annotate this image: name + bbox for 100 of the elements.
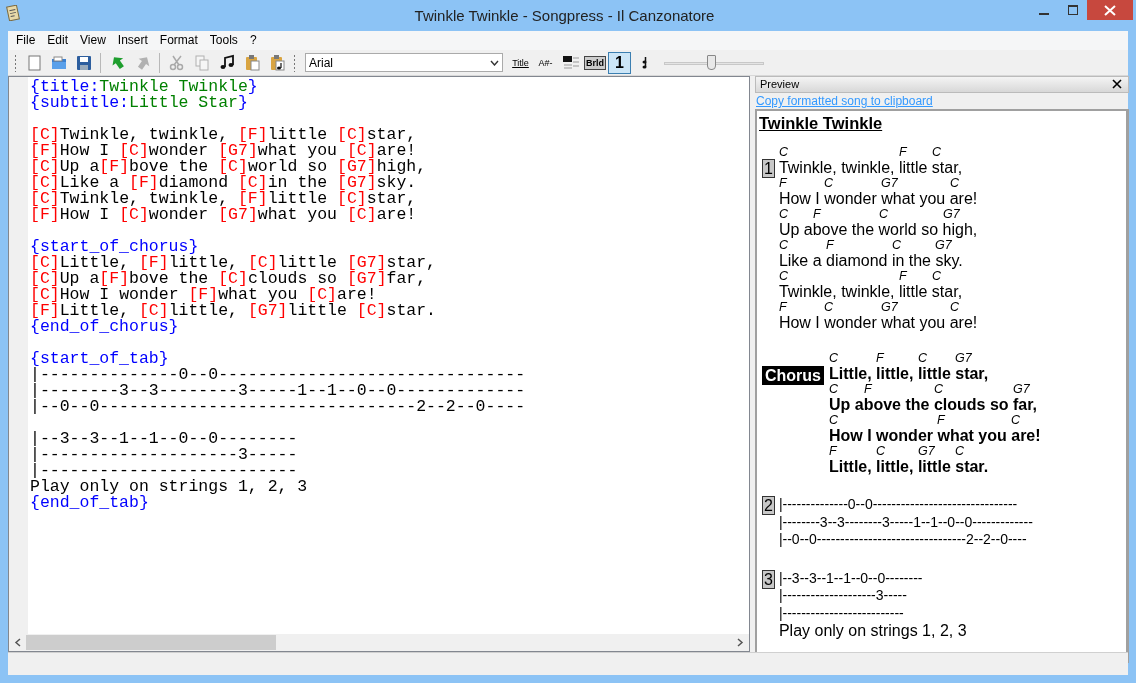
note-icon (642, 56, 647, 69)
lyric-line: Little, little, little star, (829, 365, 990, 382)
menu-item[interactable]: ? (243, 31, 263, 50)
chord-label: F (778, 300, 787, 314)
chorus-label: Chorus (762, 366, 824, 385)
section-number: 3 (762, 569, 775, 589)
zoom-slider[interactable] (664, 52, 764, 73)
lyric-line: Twinkle, twinkle, little star, (778, 159, 964, 176)
chord-label: F (829, 444, 837, 458)
code-line: {title:Twinkle Twinkle} (30, 79, 259, 95)
chord-label: C (823, 176, 833, 190)
title-style-button[interactable]: Title (509, 51, 532, 74)
chord-label: C (1011, 413, 1021, 427)
code-line: |--3--3--1--1--0--0-------- (30, 431, 299, 447)
app-icon (6, 4, 20, 21)
menu-item[interactable]: View (74, 31, 112, 50)
lyric-line: Up above the clouds so far, (829, 396, 1039, 413)
code-line: |--------------------3----- (30, 447, 299, 463)
minimize-icon (1038, 13, 1049, 15)
lyric-line: How I wonder what you are! (829, 427, 1041, 444)
chord-label: G7 (918, 444, 935, 458)
chord-label: C (778, 145, 788, 159)
transpose-button[interactable]: A#- (534, 51, 557, 74)
lyric-line: How I wonder what you are! (778, 190, 978, 207)
open-folder-icon (49, 53, 68, 72)
chord-label: F (876, 351, 884, 365)
page-layout-button[interactable]: Brld (584, 55, 606, 70)
chord-label: C (778, 207, 788, 221)
verse-number: 1 (762, 159, 775, 178)
code-line: {start_of_chorus} (30, 239, 199, 255)
lyric-line: Up above the world so high, (778, 221, 978, 238)
save-icon (74, 53, 93, 72)
chord-label: F (812, 207, 821, 221)
chord-label: C (918, 351, 928, 365)
chord-label: F (864, 382, 872, 396)
code-line: [C]Twinkle, twinkle, [F]little [C]star, (30, 191, 418, 207)
chord-label: C (829, 351, 839, 365)
page-layout-button[interactable]: 1 (608, 51, 631, 74)
scroll-right-icon (737, 638, 744, 647)
code-line: [C]Up a[F]bove the [C]clouds so [G7]far, (30, 271, 427, 287)
menu-item[interactable]: Edit (41, 31, 75, 50)
tab-line: |--------3--3--------3-----1--1--0--0------------- (778, 513, 1033, 531)
chord-label: C (829, 413, 839, 427)
lyric-line: Twinkle, twinkle, little star, (778, 283, 964, 300)
chord-label: F (898, 145, 907, 159)
code-line: |--------3--3--------3-----1--1--0--0------------- (30, 383, 526, 399)
font-dropdown[interactable]: Arial (305, 53, 503, 72)
chord-chart-icon (561, 53, 580, 72)
chord-label: C (778, 269, 788, 283)
scissors-icon (167, 53, 186, 72)
chord-label: C (876, 444, 886, 458)
menu-item[interactable]: Insert (111, 31, 154, 50)
close-icon (1104, 4, 1116, 16)
chord-label: G7 (955, 351, 972, 365)
chord-label: C (949, 176, 959, 190)
code-line: {subtitle:Little Star} (30, 95, 249, 111)
code-line: |--0--0--------------------------------2--2--0---- (30, 399, 526, 415)
close-button[interactable] (1087, 0, 1133, 20)
code-line: [C]Like a [F]diamond [C]in the [G7]sky. (30, 175, 417, 191)
lyric-line: How I wonder what you are! (778, 314, 978, 331)
chord-label: C (931, 269, 941, 283)
code-line: [C]Twinkle, twinkle, [F]little [C]star, (30, 127, 418, 143)
horizontal-scrollbar[interactable] (9, 634, 749, 651)
maximize-icon (1067, 5, 1078, 15)
code-line: [F]How I [C]wonder [G7]what you [C]are! (30, 143, 417, 159)
chord-label: G7 (880, 300, 898, 314)
chord-label: G7 (1013, 382, 1030, 396)
chord-label: F (937, 413, 945, 427)
menu-item[interactable]: Tools (203, 31, 244, 50)
chord-label: C (878, 207, 888, 221)
chord-label: C (823, 300, 833, 314)
code-line: {start_of_tab} (30, 351, 169, 367)
chord-label: F (825, 238, 834, 252)
close-icon[interactable] (1112, 78, 1124, 91)
code-line: [F]How I [C]wonder [G7]what you [C]are! (30, 207, 418, 223)
lyric-line: Little, little, little star. (829, 458, 990, 475)
chord-label: F (898, 269, 907, 283)
tab-line: |--------------------3----- (778, 587, 908, 605)
tab-note: Play only on strings 1, 2, 3 (778, 622, 967, 640)
menu-item[interactable]: File (10, 31, 42, 50)
code-line: |--------------0--0------------------------------- (30, 367, 526, 383)
chord-label: C (949, 300, 959, 314)
copy-icon (192, 53, 211, 72)
code-line: [F]Little, [C]little, [G7]little [C]star. (30, 303, 438, 319)
window-title: Twinkle Twinkle - Songpress - Il Canzonatore (413, 6, 716, 26)
code-line: Play only on strings 1, 2, 3 (30, 479, 309, 495)
tab-line: |--0--0--------------------------------2--2--0---- (778, 531, 1028, 549)
tab-line: |--------------0--0------------------------------- (778, 496, 1019, 514)
scroll-left-icon (14, 638, 21, 647)
code-line: [C]How I wonder [F]what you [C]are! (30, 287, 377, 303)
tab-line: |-------------------------- (778, 604, 905, 622)
menu-item[interactable]: Format (153, 31, 204, 50)
tab-line: |--3--3--1--1--0--0-------- (778, 569, 924, 587)
chord-label: C (778, 238, 788, 252)
chord-label: G7 (942, 207, 960, 221)
chord-label: C (829, 382, 839, 396)
code-line: {end_of_chorus} (30, 319, 179, 335)
code-line: {end_of_tab} (30, 495, 150, 511)
chord-label: G7 (880, 176, 898, 190)
caret-icon (490, 59, 499, 66)
